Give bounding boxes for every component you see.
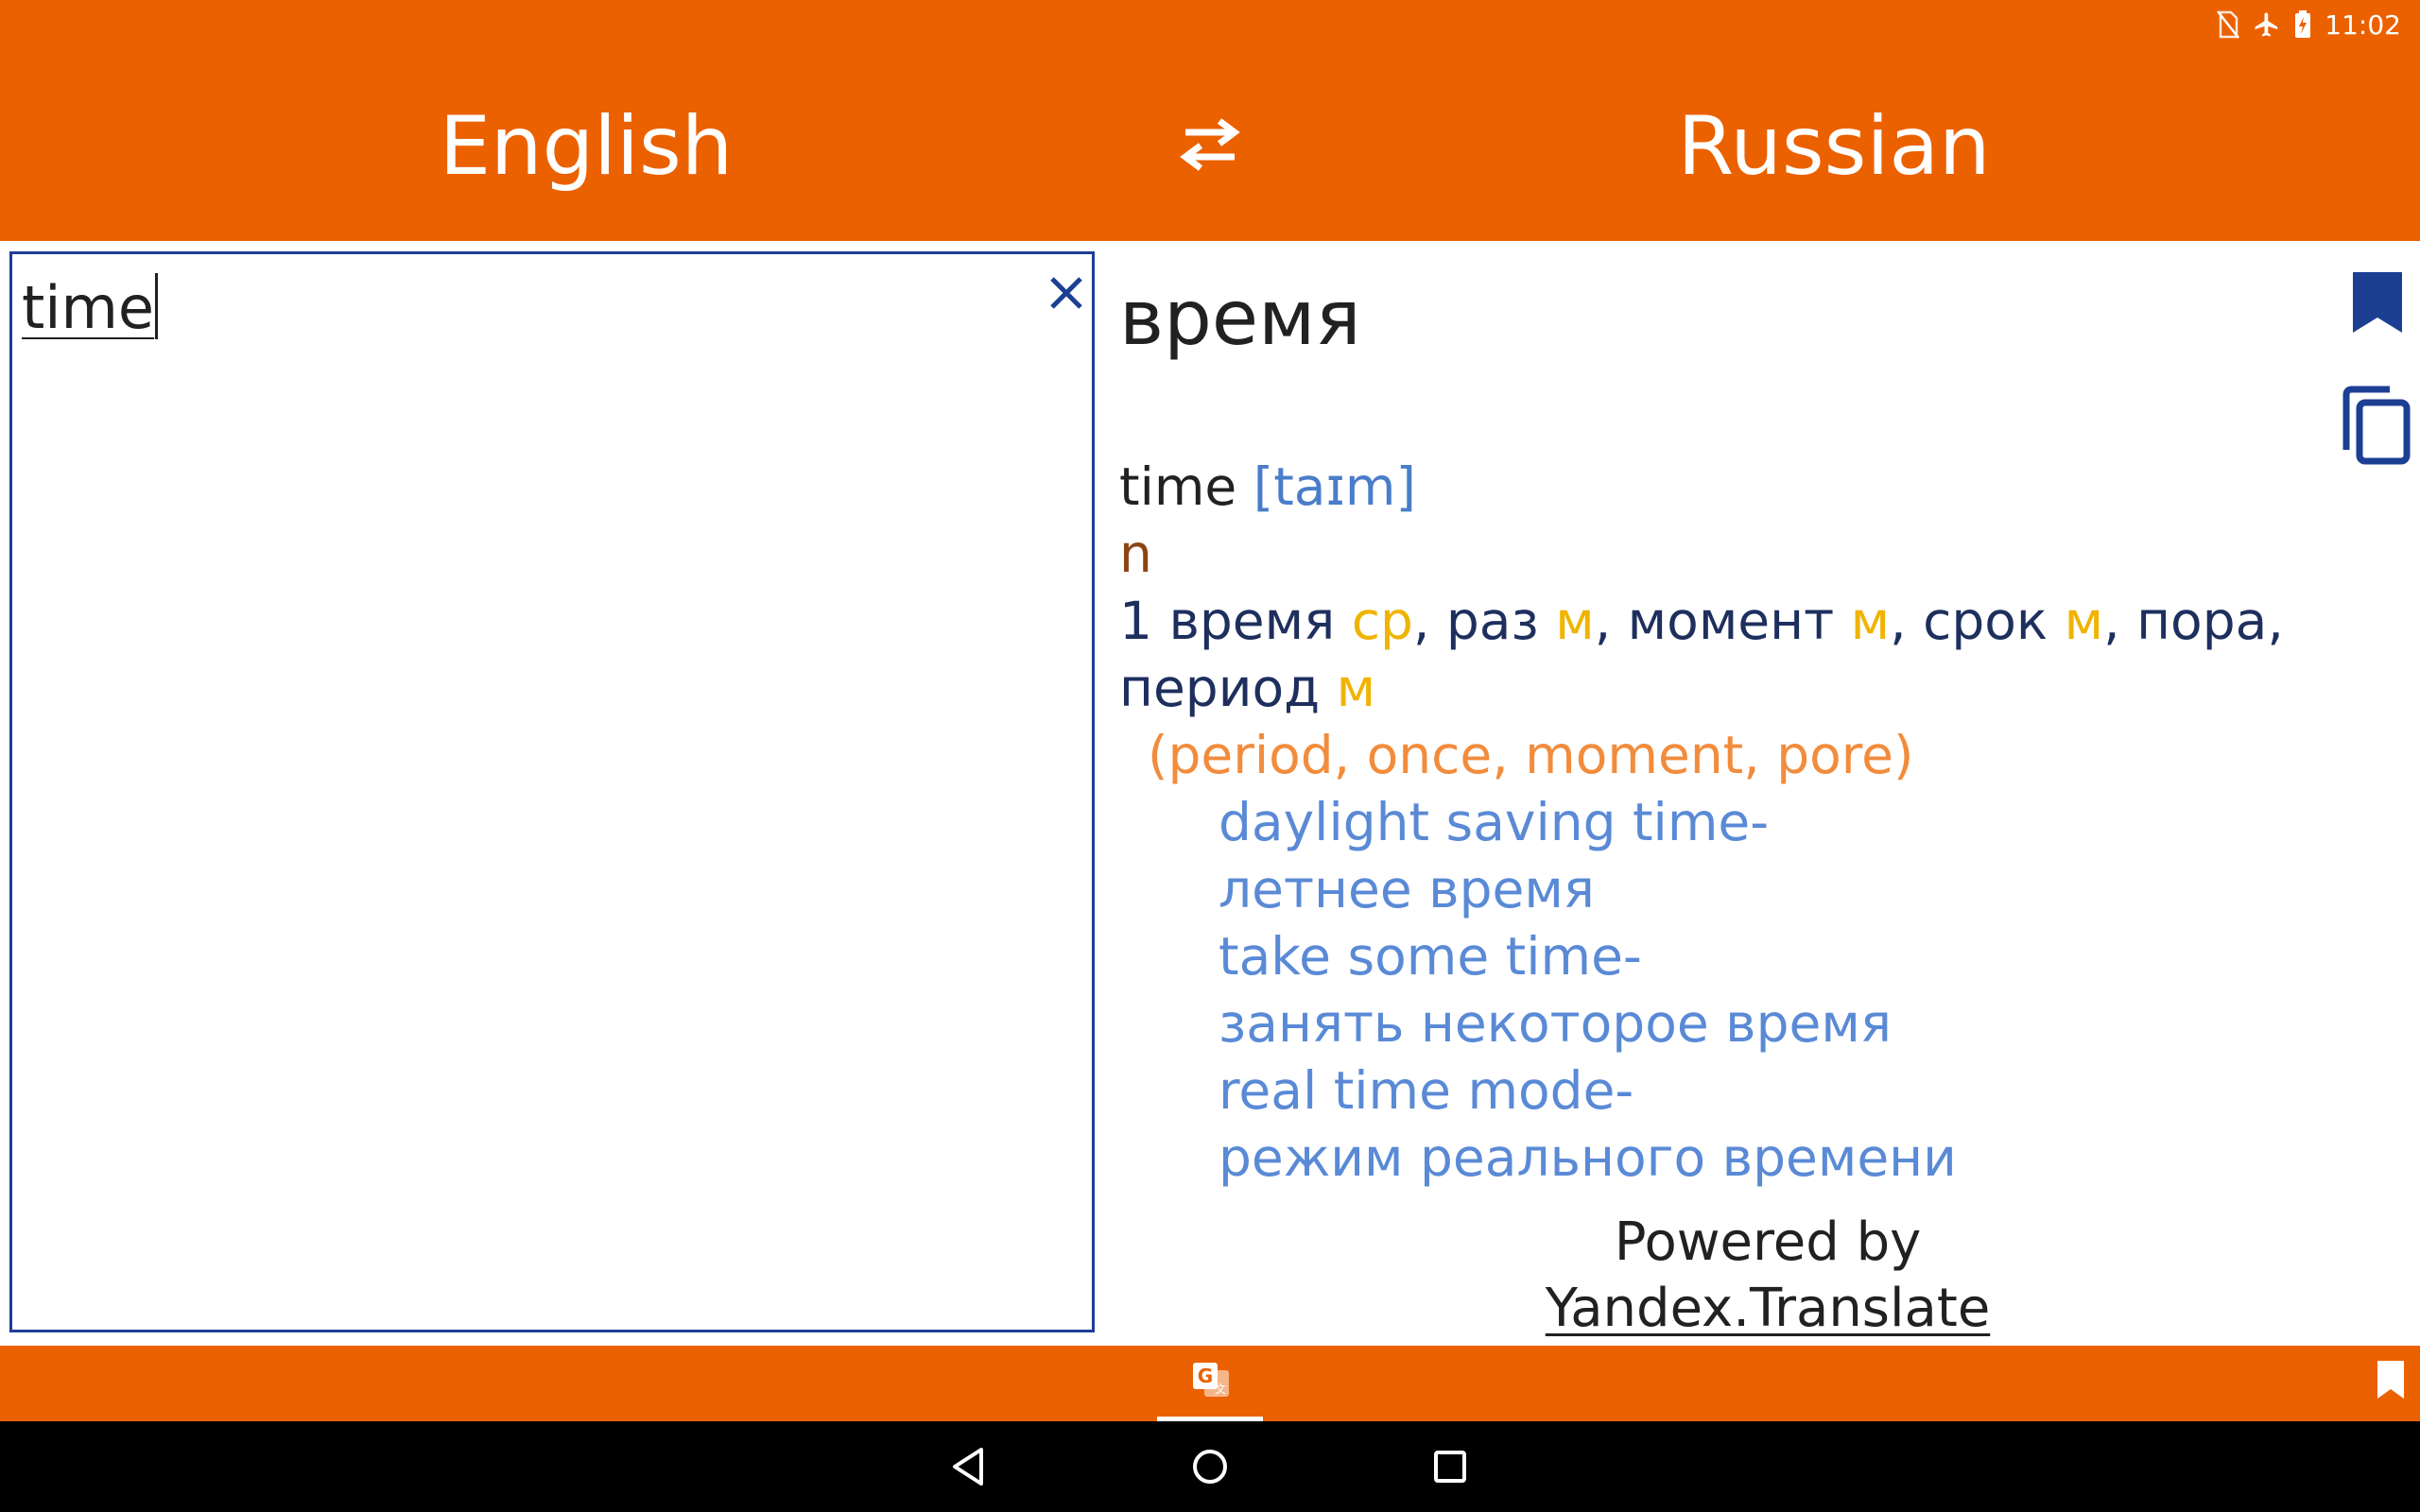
translate-icon: G 文 <box>1191 1361 1231 1405</box>
gender-tag: м <box>1850 591 1891 651</box>
clock: 11:02 <box>2325 9 2401 41</box>
recents-icon <box>1426 1451 1475 1495</box>
source-text-input[interactable]: time <box>9 251 1095 1332</box>
add-bookmark-button[interactable] <box>2349 268 2406 336</box>
target-language-button[interactable]: Russian <box>1484 94 2184 198</box>
tab-translate[interactable]: G 文 <box>1157 1346 1263 1421</box>
example-source: daylight saving time- <box>1219 792 1770 852</box>
copy-button[interactable] <box>2339 384 2414 467</box>
battery-charging-icon <box>2294 10 2311 39</box>
powered-by-label: Powered by <box>1614 1211 1922 1273</box>
yandex-translate-link[interactable]: Yandex.Translate <box>1546 1278 1991 1339</box>
example-target: летнее время <box>1219 859 1595 919</box>
headword-line: time [taɪm] <box>1119 454 2284 521</box>
transcription: [taɪm] <box>1253 456 1416 517</box>
bookmark-icon <box>2375 1361 2407 1404</box>
translation-result: время <box>1119 274 1361 362</box>
dictionary-entry: time [taɪm] n 1 время ср, раз м, момент … <box>1119 454 2284 1192</box>
sense-number: 1 <box>1119 591 1152 651</box>
part-of-speech-line: n <box>1119 521 2284 588</box>
gender-tag: м <box>1336 658 1376 718</box>
gender-tag: м <box>2064 591 2104 651</box>
back-button[interactable] <box>945 1442 994 1491</box>
translation-word: раз <box>1445 591 1539 651</box>
part-of-speech: n <box>1119 524 1152 584</box>
swap-languages-button[interactable] <box>1172 112 1248 178</box>
example-target: занять некоторое время <box>1219 993 1892 1054</box>
example-source: real time mode- <box>1219 1060 1634 1121</box>
system-nav-bar <box>0 1421 2420 1512</box>
input-value: time <box>22 273 155 342</box>
sense-line: 1 время ср, раз м, момент м, срок м, пор… <box>1119 591 2284 651</box>
bottom-tab-bar: G 文 <box>0 1346 2420 1421</box>
clear-input-button[interactable] <box>1043 269 1090 317</box>
example-target: режим реального времени <box>1219 1127 1957 1188</box>
svg-text:G: G <box>1198 1365 1213 1387</box>
translation-word: период <box>1119 658 1321 718</box>
attribution: Powered by Yandex.Translate <box>1512 1210 2023 1342</box>
translation-word: срок <box>1923 591 2048 651</box>
headword: time <box>1119 456 1237 517</box>
tab-bookmarks[interactable] <box>2375 1359 2412 1406</box>
gender-tag: ср <box>1351 591 1413 651</box>
example-source: take some time- <box>1219 926 1642 987</box>
gender-tag: м <box>1555 591 1595 651</box>
home-button[interactable] <box>1185 1442 1235 1491</box>
sense-line-continued: период м <box>1119 655 2284 722</box>
close-icon <box>1043 277 1090 320</box>
copy-icon <box>2339 386 2414 471</box>
svg-text:文: 文 <box>1215 1382 1226 1396</box>
translation-word: момент <box>1627 591 1835 651</box>
recents-button[interactable] <box>1426 1442 1475 1491</box>
source-language-button[interactable]: English <box>236 94 936 198</box>
app-bar: 11:02 English Russian <box>0 0 2420 241</box>
swap-arrows-icon <box>1172 118 1248 181</box>
text-cursor <box>155 273 159 339</box>
translation-word: пора <box>2136 591 2268 651</box>
airplane-mode-icon <box>2253 10 2281 39</box>
status-bar: 11:02 <box>2217 6 2401 43</box>
no-sim-icon <box>2217 10 2240 39</box>
synonyms: (period, once, moment, pore) <box>1148 725 1914 785</box>
input-text-field[interactable]: time <box>22 273 159 342</box>
translation-word: время <box>1168 591 1336 651</box>
home-icon <box>1185 1450 1235 1495</box>
back-icon <box>945 1448 994 1495</box>
bookmark-icon <box>2349 272 2406 340</box>
